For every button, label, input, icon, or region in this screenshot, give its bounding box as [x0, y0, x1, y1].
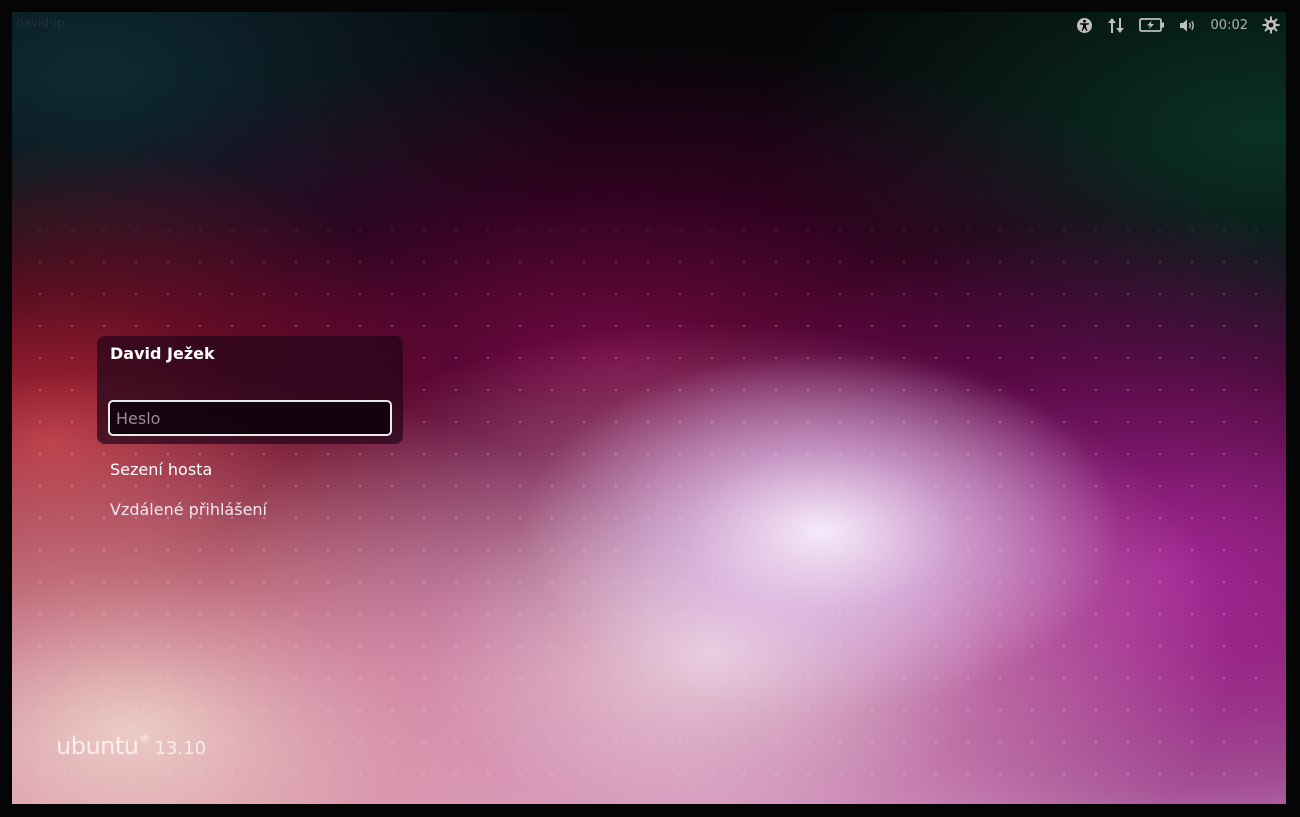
registered-mark: ®: [139, 732, 151, 745]
hostname-label: david-ip: [16, 16, 65, 30]
user-name[interactable]: David Ježek: [110, 344, 215, 363]
login-box: David Ježek: [97, 336, 403, 444]
login-screen: david-ip 00:02 David Ježek Sezení hosta …: [12, 12, 1286, 804]
guest-session-item[interactable]: Sezení hosta: [110, 460, 212, 479]
gear-icon[interactable]: [1262, 15, 1280, 35]
version-label: 13.10: [154, 738, 207, 759]
password-field[interactable]: [108, 400, 392, 436]
network-icon[interactable]: [1107, 15, 1125, 35]
monitor-frame: david-ip 00:02 David Ježek Sezení hosta …: [0, 0, 1300, 817]
volume-icon[interactable]: [1179, 15, 1197, 35]
ubuntu-logo: ubuntu ® 13.10: [56, 732, 206, 760]
clock-label[interactable]: 00:02: [1211, 15, 1248, 35]
remote-login-item[interactable]: Vzdálené přihlášení: [110, 500, 267, 519]
accessibility-icon[interactable]: [1076, 15, 1093, 35]
battery-icon[interactable]: [1138, 15, 1165, 35]
ubuntu-wordmark: ubuntu: [56, 732, 139, 760]
top-panel: 00:02: [1076, 14, 1280, 36]
